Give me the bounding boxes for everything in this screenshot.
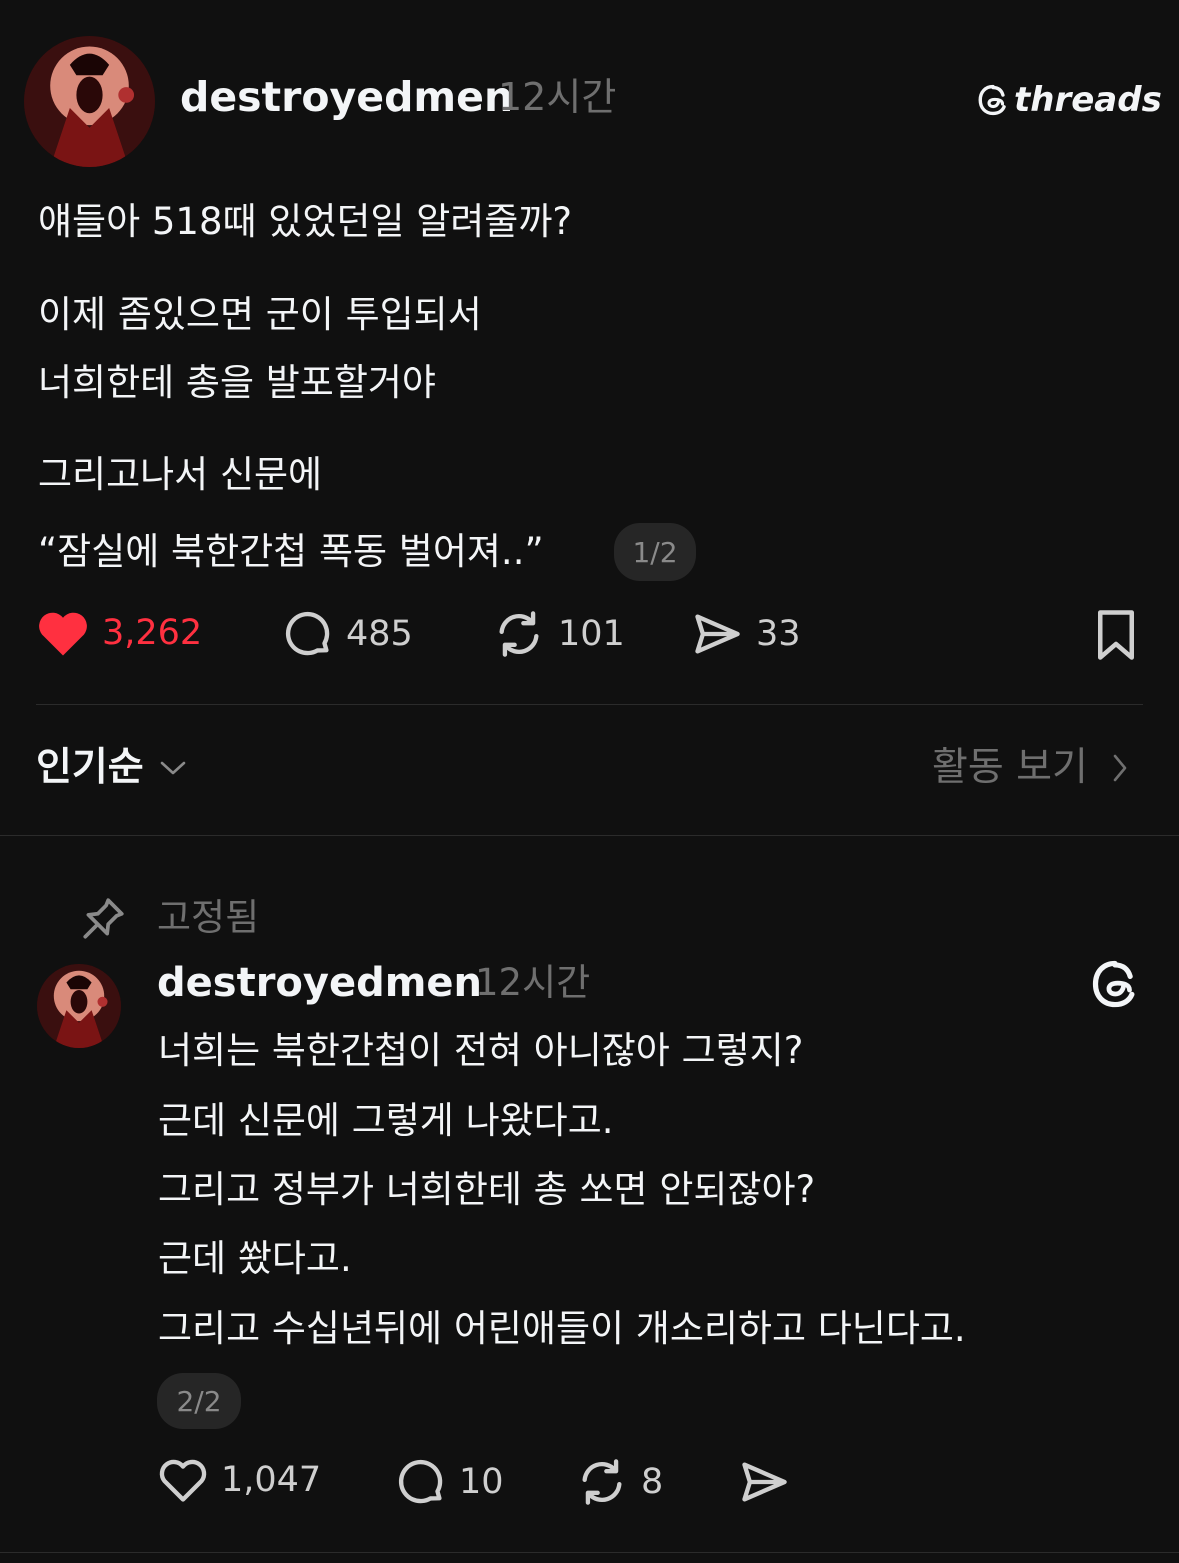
comment-icon (285, 611, 330, 656)
share-button[interactable]: 33 (690, 608, 801, 660)
reply-text-line: 그리고 수십년뒤에 어린애들이 개소리하고 다닌다고. (158, 1307, 966, 1350)
send-icon[interactable] (737, 1456, 791, 1508)
reply-comment-button[interactable]: 10 (395, 1456, 504, 1508)
chevron-down-icon (160, 761, 185, 775)
share-count: 33 (756, 614, 801, 654)
post-page-indicator: 1/2 (614, 523, 696, 581)
send-icon (695, 614, 740, 654)
comment-count: 485 (346, 614, 413, 654)
like-button[interactable]: 3,262 (36, 608, 202, 658)
comment-icon (398, 1459, 443, 1504)
reply-username[interactable]: destroyedmen (157, 958, 482, 1008)
view-activity-link[interactable]: 활동 보기 (932, 742, 1130, 794)
heart-filled-icon (39, 612, 87, 656)
reply-timestamp: 12시간 (475, 961, 591, 1004)
reply-like-button[interactable]: 1,047 (157, 1456, 321, 1504)
reply-text-line: 근데 쐈다고. (158, 1237, 352, 1280)
threads-icon (978, 84, 1006, 116)
repost-icon (499, 611, 539, 657)
repost-button[interactable]: 101 (492, 608, 625, 660)
threads-logo[interactable]: threads (976, 80, 1162, 120)
threads-icon[interactable] (1089, 958, 1141, 1010)
pinned-label: 고정됨 (157, 896, 260, 939)
chevron-right-icon (1113, 754, 1127, 782)
reply-text-line: 그리고 정부가 너희한테 총 쏘면 안되잖아? (158, 1168, 816, 1211)
repost-icon (582, 1459, 622, 1505)
post-text-line: “잠실에 북한간첩 폭동 벌어져..” (38, 530, 544, 573)
pin-icon (83, 898, 124, 939)
post-text-line: 이제 좀있으면 군이 투입되서 (38, 293, 482, 336)
section-divider (0, 835, 1179, 836)
post-timestamp: 12시간 (498, 75, 617, 119)
comment-button[interactable]: 485 (282, 608, 413, 660)
reply-repost-button[interactable]: 8 (575, 1456, 663, 1508)
like-count: 3,262 (102, 613, 203, 653)
bottom-divider (0, 1552, 1179, 1553)
repost-count: 101 (558, 614, 625, 654)
post-text-line: 얘들아 518때 있었던일 알려줄까? (38, 200, 573, 243)
reply-page-indicator: 2/2 (157, 1373, 241, 1429)
reply-comment-count: 10 (459, 1462, 504, 1502)
reply-like-count: 1,047 (221, 1460, 322, 1500)
threads-wordmark: threads (1014, 80, 1162, 120)
post-username[interactable]: destroyedmen (180, 72, 513, 122)
post-divider (36, 704, 1143, 705)
heart-icon (159, 1459, 207, 1502)
sort-dropdown[interactable]: 인기순 (36, 742, 188, 794)
bookmark-icon[interactable] (1093, 608, 1139, 662)
avatar-image (37, 964, 121, 1048)
reply-text-line: 너희는 북한간첩이 전혀 아니잖아 그렇지? (158, 1029, 804, 1072)
avatar-image (24, 36, 155, 167)
sort-label: 인기순 (36, 745, 144, 790)
post-text-line: 그리고나서 신문에 (38, 453, 323, 496)
post-avatar[interactable] (24, 36, 155, 167)
reply-avatar[interactable] (37, 964, 121, 1048)
view-activity-label: 활동 보기 (932, 745, 1088, 790)
post-text-line: 너희한테 총을 발포할거야 (38, 361, 436, 404)
reply-text-line: 근데 신문에 그렇게 나왔다고. (158, 1099, 614, 1142)
reply-repost-count: 8 (641, 1462, 664, 1502)
